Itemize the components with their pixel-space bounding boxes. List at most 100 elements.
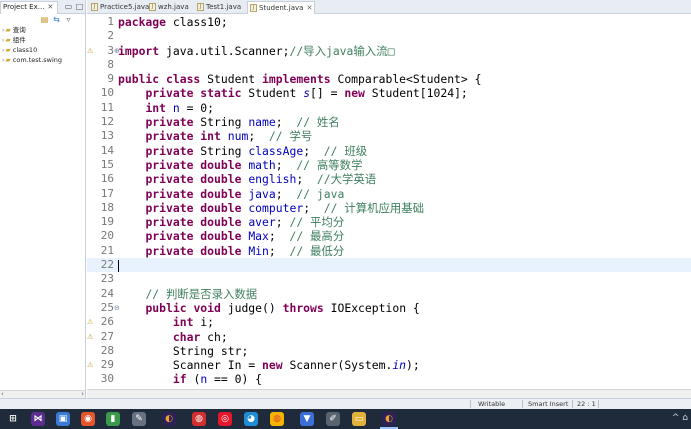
close-icon[interactable]: ✕ xyxy=(47,3,53,11)
code-text: public void judge() throws IOException { xyxy=(145,300,420,315)
view-menu-icon[interactable]: ▿ xyxy=(64,15,73,24)
chrome-icon[interactable]: ◍ xyxy=(270,412,284,426)
netease-music-icon[interactable]: ◍ xyxy=(192,412,206,426)
tree-item[interactable]: ›▰ 查询 xyxy=(0,25,86,35)
link-editor-icon[interactable]: ⇆ xyxy=(52,15,61,24)
visual-studio-icon[interactable]: ⋈ xyxy=(31,412,45,426)
collapse-all-icon[interactable]: ▤ xyxy=(40,15,49,24)
code-line[interactable]: 2 xyxy=(87,29,691,43)
code-line[interactable]: 26 ⚠ int i; xyxy=(87,315,691,329)
code-text: private double computer; // 计算机应用基础 xyxy=(145,200,425,215)
code-text: private double Min; // 最低分 xyxy=(145,243,345,258)
code-line[interactable]: 22 xyxy=(87,258,691,273)
code-line[interactable]: 15 private double math; // 高等数学 xyxy=(87,158,691,172)
close-icon[interactable]: ✕ xyxy=(306,4,312,12)
code-line[interactable]: 10 private static Student s[] = new Stud… xyxy=(87,86,691,100)
code-text: private String classAge; // 班级 xyxy=(145,143,368,158)
line-number: 13 xyxy=(100,129,114,143)
line-number: 16 xyxy=(100,172,114,186)
code-text: package class10; xyxy=(118,15,228,29)
tree-item[interactable]: ›▰ com.test.swing xyxy=(0,55,86,65)
code-line[interactable]: 3 ⚠ ⊕ import java.util.Scanner;//导入java输入流□ xyxy=(87,44,691,58)
editor-tab[interactable]: Jwzh.java xyxy=(147,1,193,14)
line-number: 30 xyxy=(100,372,114,386)
warning-marker-icon[interactable]: ⚠ xyxy=(87,330,95,344)
code-line[interactable]: 1 package class10; xyxy=(87,15,691,29)
vpn-icon[interactable]: ▼ xyxy=(300,412,314,426)
code-line[interactable]: 13 private int num; // 学号 xyxy=(87,129,691,143)
code-line[interactable]: 20 private double Max; // 最高分 xyxy=(87,229,691,243)
code-line[interactable]: 27 ⚠ char ch; xyxy=(87,330,691,344)
code-line[interactable]: 28 String str; xyxy=(87,344,691,358)
code-line[interactable]: 30 if (n == 0) { xyxy=(87,372,691,386)
line-number: 12 xyxy=(100,115,114,129)
line-number: 11 xyxy=(100,100,114,114)
line-number: 20 xyxy=(100,229,114,243)
qq-icon[interactable]: ◕ xyxy=(244,412,258,426)
editor-tab-label: Practice5.java xyxy=(100,3,150,11)
weibo-icon[interactable]: ◎ xyxy=(218,412,232,426)
explorer-horizontal-scrollbar[interactable]: ‹ › xyxy=(0,390,85,398)
files-app-icon[interactable]: ▣ xyxy=(56,412,70,426)
project-folder-icon: ▰ xyxy=(5,56,11,64)
line-number: 8 xyxy=(107,57,114,71)
code-text: private double english; //大学英语 xyxy=(145,172,377,187)
editor-tab[interactable]: J Practice5.java xyxy=(89,1,149,14)
code-line[interactable]: 18 private double computer; // 计算机应用基础 xyxy=(87,201,691,215)
code-text: if (n == 0) { xyxy=(172,372,263,387)
warning-marker-icon[interactable]: ⚠ xyxy=(87,358,95,372)
code-line[interactable]: 24 // 判断是否录入数据 xyxy=(87,287,691,301)
code-text: private static Student s[] = new Student… xyxy=(145,86,468,101)
minimize-icon[interactable]: ▭ xyxy=(64,2,73,11)
warning-marker-icon[interactable]: ⚠ xyxy=(87,44,95,58)
windows-start-icon[interactable]: ⊞ xyxy=(6,412,20,426)
code-line[interactable]: 16 private double english; //大学英语 xyxy=(87,172,691,186)
warning-marker-icon[interactable]: ⚠ xyxy=(87,315,95,329)
code-text: // 判断是否录入数据 xyxy=(145,286,258,301)
code-line[interactable]: 9 public class Student implements Compara… xyxy=(87,72,691,86)
code-line[interactable]: 14 private String classAge; // 班级 xyxy=(87,144,691,158)
eclipse-active-icon[interactable]: ◐ xyxy=(382,412,396,426)
editor-horizontal-scrollbar[interactable] xyxy=(87,389,691,398)
project-tree: ›▰ 查询 ›▰ 组件 ›▰ class10 ›▰ com.test.swing xyxy=(0,25,86,65)
code-line[interactable]: 12 private String name; // 姓名 xyxy=(87,115,691,129)
line-number: 15 xyxy=(100,157,114,171)
tree-item[interactable]: ›▰ class10 xyxy=(0,45,86,55)
eclipse-icon[interactable]: ◐ xyxy=(162,412,176,426)
code-text: char ch; xyxy=(172,329,228,344)
maximize-icon[interactable]: □ xyxy=(75,2,84,11)
editor-tab-label: Student.java xyxy=(259,4,304,12)
scroll-right-icon[interactable]: › xyxy=(81,390,84,398)
line-number: 21 xyxy=(100,243,114,257)
file-explorer-icon[interactable]: ▭ xyxy=(352,412,366,426)
code-line[interactable]: 11 int n = 0; xyxy=(87,101,691,115)
app-green-icon[interactable]: ▮ xyxy=(106,412,120,426)
tab-project-explorer[interactable]: Project Ex... ✕ xyxy=(0,1,58,14)
code-line[interactable]: 29 ⚠ Scanner In = new Scanner(System.in); xyxy=(87,358,691,372)
code-line[interactable]: 8 xyxy=(87,58,691,72)
code-text: int i; xyxy=(172,315,215,330)
code-line[interactable]: 23 xyxy=(87,272,691,286)
code-line[interactable]: 17 private double java; // java xyxy=(87,187,691,201)
line-number: 23 xyxy=(100,272,114,286)
code-line[interactable]: 25 ⊖ public void judge() throws IOExcepti… xyxy=(87,301,691,315)
scroll-left-icon[interactable]: ‹ xyxy=(1,390,4,398)
code-line[interactable]: 19 private double aver; // 平均分 xyxy=(87,215,691,229)
app-gray-icon[interactable]: ✎ xyxy=(132,412,146,426)
status-separator xyxy=(598,400,599,408)
editor-tab-label: wzh.java xyxy=(158,3,189,11)
line-number: 18 xyxy=(100,200,114,214)
tree-item-label: 组件 xyxy=(12,36,26,44)
editor-tab-bar: J Practice5.java Jwzh.java J Test1.java J Stud… xyxy=(87,0,691,14)
code-area[interactable]: 1 package class10; 2 3 ⚠ ⊕ import java.util.Sc… xyxy=(87,15,691,389)
code-text: private double math; // 高等数学 xyxy=(145,157,363,172)
editor-tab[interactable]: J Student.java ✕ xyxy=(247,1,315,14)
tree-item[interactable]: ›▰ 组件 xyxy=(0,35,86,45)
app-red-icon[interactable]: ◉ xyxy=(81,412,95,426)
code-line[interactable]: 21 private double Min; // 最低分 xyxy=(87,244,691,258)
notes-icon[interactable]: ✐ xyxy=(326,412,340,426)
editor-tab[interactable]: J Test1.java xyxy=(195,1,245,14)
windows-taskbar: ^ ⌂ ⊞ ⋈ ▣ ◉ ▮ ✎ ◐ ◍ ◎ ◕ ◍ ▼ ✐ ▭ ◐ xyxy=(0,409,691,429)
code-text: private double java; // java xyxy=(145,186,345,201)
system-tray[interactable]: ^ ⌂ xyxy=(672,413,688,423)
